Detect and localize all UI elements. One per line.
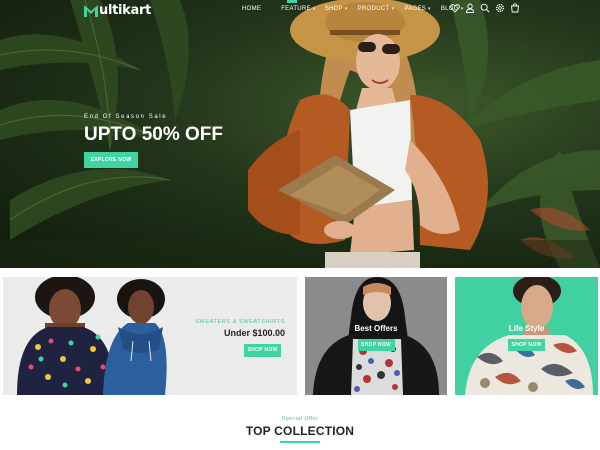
explore-now-button[interactable]: Explore Now: [84, 152, 138, 168]
chevron-down-icon: ▾: [312, 6, 316, 12]
heart-icon[interactable]: [450, 3, 460, 13]
hero-slider: ultikart Home Feature ▾ Shop ▾ Product ▾…: [0, 0, 600, 268]
banner-title: Best Offers: [354, 324, 398, 333]
menu-item-pages[interactable]: Pages ▾: [404, 6, 431, 12]
menu-item-label: Feature: [281, 6, 311, 12]
brand-name: ultikart: [99, 3, 152, 18]
logo-mark-icon: [84, 4, 98, 17]
menu-item-feature[interactable]: Feature ▾: [281, 6, 315, 12]
menu-item-label: Product: [357, 6, 390, 12]
section-title-underline: [280, 441, 320, 443]
banner-life-style[interactable]: Life Style Shop Now: [455, 277, 598, 395]
main-navigation: ultikart Home Feature ▾ Shop ▾ Product ▾…: [0, 0, 600, 20]
banner-best-offers[interactable]: Best Offers Shop Now: [305, 277, 447, 395]
banner-subtitle: SWEATERS & SWEATSHIRTS: [195, 319, 285, 325]
menu-item-label: Shop: [324, 6, 343, 12]
banner-title: Life Style: [508, 324, 545, 333]
section-title: TOP COLLECTION: [245, 424, 355, 438]
banner-best-offers-caption: Best Offers Shop Now: [305, 324, 447, 351]
banner-title: Under $100.00: [223, 328, 285, 338]
shop-now-button[interactable]: Shop Now: [244, 344, 281, 357]
menu-item-home[interactable]: Home: [242, 6, 261, 12]
brand-logo[interactable]: ultikart: [84, 3, 151, 18]
hero-subtitle: End Of Season Sale: [84, 114, 168, 120]
search-icon[interactable]: [480, 3, 490, 13]
banner-sweaters-caption: SWEATERS & SWEATSHIRTS Under $100.00 Sho…: [175, 319, 285, 357]
menu-item-label: Pages: [404, 6, 427, 12]
section-subtitle: Special Offer: [281, 416, 319, 422]
chevron-down-icon: ▾: [428, 6, 431, 12]
shop-now-button[interactable]: Shop Now: [508, 339, 545, 351]
menu-item-product[interactable]: Product ▾: [358, 6, 395, 12]
hero-title: UPTO 50% OFF: [84, 124, 224, 145]
banner-life-style-caption: Life Style Shop Now: [455, 324, 598, 351]
menu-item-label: Home: [242, 6, 262, 12]
hero-caption: End Of Season Sale UPTO 50% OFF: [84, 114, 223, 146]
user-icon[interactable]: [465, 3, 475, 13]
cart-icon[interactable]: [510, 3, 520, 13]
chevron-down-icon: ▾: [344, 6, 348, 12]
header-icons: [450, 3, 525, 13]
shop-now-button[interactable]: Shop Now: [357, 339, 395, 351]
banner-sweaters[interactable]: SWEATERS & SWEATSHIRTS Under $100.00 Sho…: [3, 277, 297, 395]
chevron-down-icon: ▾: [391, 6, 395, 12]
menu: Home Feature ▾ Shop ▾ Product ▾ Pages ▾ …: [242, 6, 464, 12]
nav-active-indicator: [287, 0, 297, 3]
menu-item-shop[interactable]: Shop ▾: [325, 6, 348, 12]
settings-icon[interactable]: [495, 3, 505, 13]
